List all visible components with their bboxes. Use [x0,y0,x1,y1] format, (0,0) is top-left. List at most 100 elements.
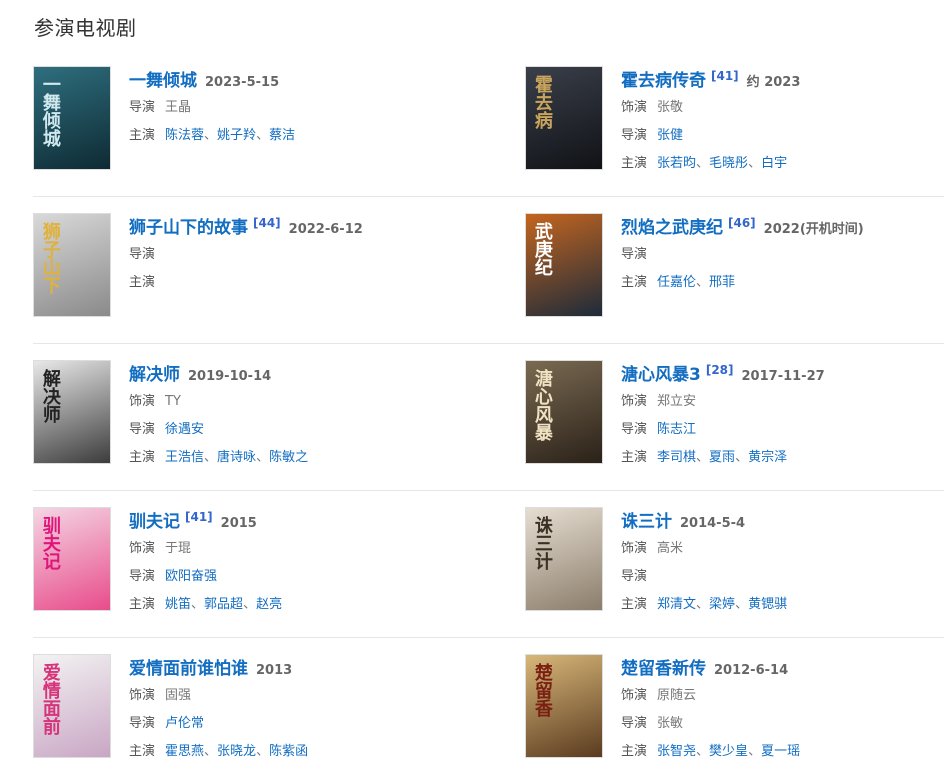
air-date: 2017-11-27 [741,369,825,384]
cast-member-link[interactable]: 梁婷 [709,597,735,612]
series-title-link[interactable]: 驯夫记 [129,507,180,532]
cast-label: 主演 [621,156,648,171]
cast-separator: 、 [696,450,710,465]
citation-link[interactable]: [44] [253,216,281,230]
cast-separator: 、 [204,450,218,465]
cast-member-link[interactable]: 陈法蓉 [165,128,204,143]
cast-member-link[interactable]: 白宇 [761,156,787,171]
role-label: 饰演 [129,688,156,703]
cast-line: 主演 郑清文、梁婷、黄锶骐 [621,591,944,619]
cast-names: 王浩信、唐诗咏、陈敏之 [165,450,308,465]
cast-member-link[interactable]: 张智尧 [657,744,696,759]
cast-member-link[interactable]: 姚子羚 [217,128,256,143]
series-title-link[interactable]: 霍去病传奇 [621,66,706,91]
cast-names: 张若昀、毛晓彤、白宇 [657,156,787,171]
poster-image[interactable]: 诛三计 [525,507,603,611]
director-names: 张敏 [657,716,683,731]
series-info: 诛三计 2014-5-4 饰演 高米 导演 主演 郑清文、梁婷、黄锶骐 [621,507,944,619]
poster-image[interactable]: 楚留香 [525,654,603,758]
cast-names: 李司棋、夏雨、黄宗泽 [657,450,787,465]
poster-image[interactable]: 霍去病 [525,66,603,170]
cast-separator: 、 [696,156,710,171]
series-title-link[interactable]: 诛三计 [621,507,672,532]
director-link[interactable]: 卢伦常 [165,716,204,731]
cast-member-link[interactable]: 张晓龙 [217,744,256,759]
director-names: 王晶 [165,100,191,115]
cast-member-link[interactable]: 黄宗泽 [748,450,787,465]
title-line: 霍去病传奇 [41] 约 2023 [621,66,944,94]
cast-names: 任嘉伦、邢菲 [657,275,735,290]
title-line: 爱情面前谁怕谁 2013 [129,654,473,682]
air-date: 2015 [220,516,257,531]
series-card: 溏心风暴 溏心风暴3 [28] 2017-11-27 饰演 郑立安 导演 陈志江 主演 李司棋、夏… [525,360,944,480]
director-link[interactable]: 张健 [657,128,683,143]
title-line: 狮子山下的故事 [44] 2022-6-12 [129,213,473,241]
cast-member-link[interactable]: 陈敏之 [269,450,308,465]
title-line: 一舞倾城 2023-5-15 [129,66,473,94]
series-title-link[interactable]: 一舞倾城 [129,66,197,91]
poster-lettering: 一舞倾城 [39,75,61,147]
cast-separator: 、 [735,450,749,465]
cast-separator: 、 [748,156,762,171]
cast-member-link[interactable]: 夏一瑶 [761,744,800,759]
poster-image[interactable]: 解决师 [33,360,111,464]
director-names: 卢伦常 [165,716,204,731]
cast-member-link[interactable]: 郭品超 [204,597,243,612]
director-link[interactable]: 徐遇安 [165,422,204,437]
series-title-link[interactable]: 狮子山下的故事 [129,213,248,238]
citation-link[interactable]: [46] [728,216,756,230]
series-card: 霍去病 霍去病传奇 [41] 约 2023 饰演 张敬 导演 张健 主演 张若昀、毛晓彤、白宇 [525,66,944,186]
poster-image[interactable]: 狮子山下 [33,213,111,317]
cast-member-link[interactable]: 蔡洁 [269,128,295,143]
cast-member-link[interactable]: 陈紫函 [269,744,308,759]
citation-link[interactable]: [28] [706,363,734,377]
cast-member-link[interactable]: 毛晓彤 [709,156,748,171]
citation-link[interactable]: [41] [711,69,739,83]
poster-image[interactable]: 溏心风暴 [525,360,603,464]
series-info: 驯夫记 [41] 2015 饰演 于琨 导演 欧阳奋强 主演 姚笛、郭品超、赵亮 [129,507,473,619]
cast-member-link[interactable]: 赵亮 [256,597,282,612]
series-card: 诛三计 诛三计 2014-5-4 饰演 高米 导演 主演 郑清文、梁婷、黄锶骐 [525,507,944,627]
cast-member-link[interactable]: 姚笛 [165,597,191,612]
director-link[interactable]: 欧阳奋强 [165,569,217,584]
series-card: 武庚纪 烈焰之武庚纪 [46] 2022(开机时间) 导演 主演 任嘉伦、邢菲 [525,213,944,333]
poster-image[interactable]: 爱情面前 [33,654,111,758]
role-name: 高米 [657,541,684,556]
poster-image[interactable]: 驯夫记 [33,507,111,611]
series-title-link[interactable]: 溏心风暴3 [621,360,701,385]
cast-member-link[interactable]: 任嘉伦 [657,275,696,290]
cast-member-link[interactable]: 张若昀 [657,156,696,171]
poster-image[interactable]: 武庚纪 [525,213,603,317]
cast-member-link[interactable]: 李司棋 [657,450,696,465]
series-card: 解决师 解决师 2019-10-14 饰演 TY 导演 徐遇安 主演 王浩信、唐诗咏、陈敏之 [33,360,473,480]
director-names: 陈志江 [657,422,696,437]
cast-member-link[interactable]: 霍思燕 [165,744,204,759]
role-name: TY [165,394,181,409]
series-info: 楚留香新传 2012-6-14 饰演 原随云 导演 张敏 主演 张智尧、樊少皇、夏一瑶 [621,654,944,766]
cast-member-link[interactable]: 黄锶骐 [748,597,787,612]
cast-member-link[interactable]: 樊少皇 [709,744,748,759]
poster-lettering: 驯夫记 [39,516,61,570]
director-names: 欧阳奋强 [165,569,217,584]
cast-member-link[interactable]: 夏雨 [709,450,735,465]
series-card: 驯夫记 驯夫记 [41] 2015 饰演 于琨 导演 欧阳奋强 主演 姚笛、郭品超、赵亮 [33,507,473,627]
director-link[interactable]: 陈志江 [657,422,696,437]
series-title-link[interactable]: 爱情面前谁怕谁 [129,654,248,679]
cast-line: 主演 任嘉伦、邢菲 [621,269,944,297]
cast-member-link[interactable]: 王浩信 [165,450,204,465]
series-info: 爱情面前谁怕谁 2013 饰演 固强 导演 卢伦常 主演 霍思燕、张晓龙、陈紫函 [129,654,473,766]
series-title-link[interactable]: 解决师 [129,360,180,385]
citation-link[interactable]: [41] [185,510,213,524]
cast-member-link[interactable]: 邢菲 [709,275,735,290]
director-label: 导演 [129,569,156,584]
series-title-link[interactable]: 烈焰之武庚纪 [621,213,723,238]
poster-lettering: 解决师 [39,369,61,423]
cast-names: 陈法蓉、姚子羚、蔡洁 [165,128,295,143]
cast-label: 主演 [129,275,156,290]
series-info: 烈焰之武庚纪 [46] 2022(开机时间) 导演 主演 任嘉伦、邢菲 [621,213,944,297]
cast-member-link[interactable]: 郑清文 [657,597,696,612]
cast-member-link[interactable]: 唐诗咏 [217,450,256,465]
director-line: 导演 [621,563,944,591]
series-title-link[interactable]: 楚留香新传 [621,654,706,679]
poster-image[interactable]: 一舞倾城 [33,66,111,170]
